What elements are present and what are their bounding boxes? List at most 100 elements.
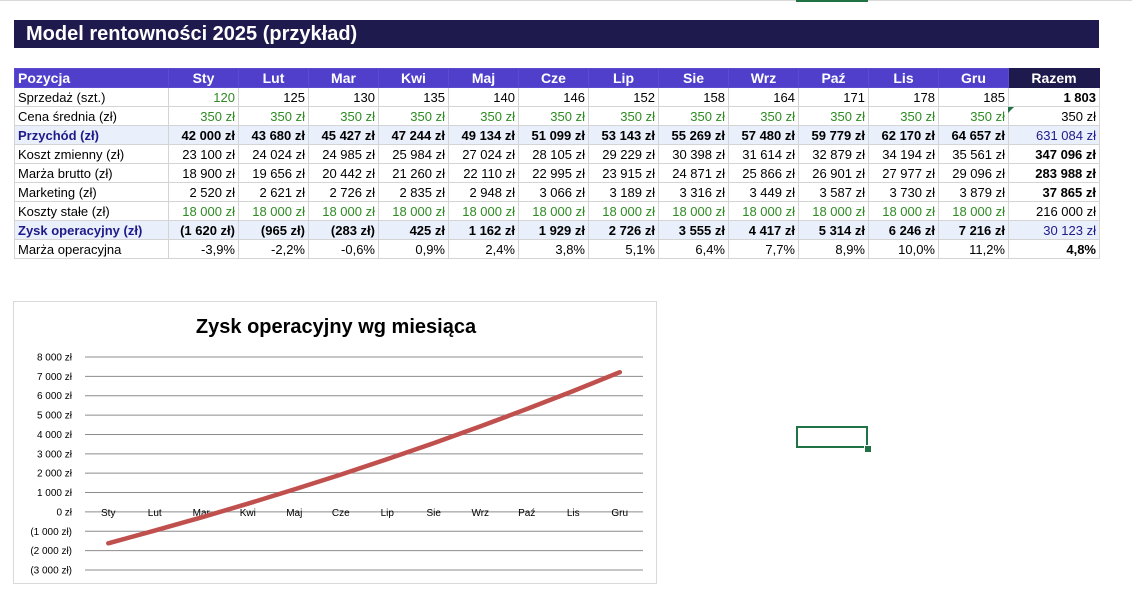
table-cell[interactable]: 350 zł — [518, 106, 589, 126]
table-cell[interactable]: 18 000 zł — [798, 201, 869, 221]
table-cell[interactable]: 27 024 zł — [448, 144, 519, 164]
table-cell[interactable]: 47 244 zł — [378, 125, 449, 145]
table-cell[interactable]: 5 314 zł — [798, 220, 869, 240]
table-cell[interactable]: 18 000 zł — [238, 201, 309, 221]
header-month[interactable]: Sty — [168, 68, 239, 88]
table-cell[interactable]: 152 — [588, 87, 659, 107]
table-cell[interactable]: 2,4% — [448, 239, 519, 259]
table-cell[interactable]: 18 000 zł — [868, 201, 939, 221]
table-cell[interactable]: 29 096 zł — [938, 163, 1009, 183]
table-cell[interactable]: 3 449 zł — [728, 182, 799, 202]
header-total[interactable]: Razem — [1008, 68, 1100, 88]
table-cell[interactable]: (283 zł) — [308, 220, 379, 240]
table-cell[interactable]: 140 — [448, 87, 519, 107]
table-cell[interactable]: 8,9% — [798, 239, 869, 259]
table-cell[interactable]: 350 zł — [658, 106, 729, 126]
table-cell[interactable]: 18 000 zł — [938, 201, 1009, 221]
table-cell[interactable]: 3 587 zł — [798, 182, 869, 202]
table-cell[interactable]: 27 977 zł — [868, 163, 939, 183]
row-label[interactable]: Przychód (zł) — [14, 125, 169, 145]
table-cell[interactable]: 3 189 zł — [588, 182, 659, 202]
table-cell[interactable]: 3 730 zł — [868, 182, 939, 202]
table-cell[interactable]: 350 zł — [448, 106, 519, 126]
table-cell[interactable]: 18 000 zł — [658, 201, 729, 221]
table-cell[interactable]: 35 561 zł — [938, 144, 1009, 164]
table-cell[interactable]: 7,7% — [728, 239, 799, 259]
table-cell[interactable]: 6 246 zł — [868, 220, 939, 240]
table-cell[interactable]: 42 000 zł — [168, 125, 239, 145]
table-cell[interactable]: 19 656 zł — [238, 163, 309, 183]
table-cell[interactable]: 3 555 zł — [658, 220, 729, 240]
table-cell[interactable]: 24 985 zł — [308, 144, 379, 164]
row-label[interactable]: Sprzedaż (szt.) — [14, 87, 169, 107]
table-cell[interactable]: 135 — [378, 87, 449, 107]
row-label[interactable]: Cena średnia (zł) — [14, 106, 169, 126]
total-cell[interactable]: 4,8% — [1008, 239, 1100, 259]
table-cell[interactable]: 350 zł — [238, 106, 309, 126]
table-cell[interactable]: 2 520 zł — [168, 182, 239, 202]
fill-handle[interactable] — [864, 445, 872, 453]
table-cell[interactable]: 350 zł — [588, 106, 659, 126]
row-label[interactable]: Marża brutto (zł) — [14, 163, 169, 183]
table-cell[interactable]: 18 900 zł — [168, 163, 239, 183]
table-cell[interactable]: 1 162 zł — [448, 220, 519, 240]
table-cell[interactable]: 2 948 zł — [448, 182, 519, 202]
table-cell[interactable]: 22 995 zł — [518, 163, 589, 183]
row-label[interactable]: Marża operacyjna — [14, 239, 169, 259]
total-cell[interactable]: 216 000 zł — [1008, 201, 1100, 221]
header-month[interactable]: Gru — [938, 68, 1009, 88]
table-cell[interactable]: 51 099 zł — [518, 125, 589, 145]
table-cell[interactable]: 21 260 zł — [378, 163, 449, 183]
table-cell[interactable]: 22 110 zł — [448, 163, 519, 183]
total-cell[interactable]: 1 803 — [1008, 87, 1100, 107]
table-cell[interactable]: 18 000 zł — [448, 201, 519, 221]
table-cell[interactable]: 25 984 zł — [378, 144, 449, 164]
table-cell[interactable]: 64 657 zł — [938, 125, 1009, 145]
total-cell[interactable]: 350 zł — [1008, 106, 1100, 126]
sheet-title[interactable]: Model rentowności 2025 (przykład) — [14, 20, 1099, 48]
table-cell[interactable]: (965 zł) — [238, 220, 309, 240]
table-cell[interactable]: 125 — [238, 87, 309, 107]
table-cell[interactable]: 11,2% — [938, 239, 1009, 259]
table-cell[interactable]: 425 zł — [378, 220, 449, 240]
table-cell[interactable]: 43 680 zł — [238, 125, 309, 145]
table-cell[interactable]: -0,6% — [308, 239, 379, 259]
table-cell[interactable]: 0,9% — [378, 239, 449, 259]
table-cell[interactable]: 45 427 zł — [308, 125, 379, 145]
table-cell[interactable]: 350 zł — [938, 106, 1009, 126]
table-cell[interactable]: 178 — [868, 87, 939, 107]
header-month[interactable]: Lis — [868, 68, 939, 88]
operating-profit-chart[interactable]: Zysk operacyjny wg miesiąca 8 000 zł 7 00… — [13, 301, 657, 584]
table-cell[interactable]: 31 614 zł — [728, 144, 799, 164]
header-month[interactable]: Kwi — [378, 68, 449, 88]
table-cell[interactable]: 350 zł — [798, 106, 869, 126]
table-cell[interactable]: 3 066 zł — [518, 182, 589, 202]
total-cell[interactable]: 283 988 zł — [1008, 163, 1100, 183]
table-cell[interactable]: 146 — [518, 87, 589, 107]
table-cell[interactable]: 2 726 zł — [588, 220, 659, 240]
table-cell[interactable]: 350 zł — [868, 106, 939, 126]
table-cell[interactable]: 2 726 zł — [308, 182, 379, 202]
table-cell[interactable]: 6,4% — [658, 239, 729, 259]
table-cell[interactable]: 3,8% — [518, 239, 589, 259]
table-cell[interactable]: 32 879 zł — [798, 144, 869, 164]
table-cell[interactable]: 18 000 zł — [728, 201, 799, 221]
row-label[interactable]: Koszty stałe (zł) — [14, 201, 169, 221]
table-cell[interactable]: 350 zł — [378, 106, 449, 126]
table-cell[interactable]: 350 zł — [308, 106, 379, 126]
table-cell[interactable]: 1 929 zł — [518, 220, 589, 240]
table-cell[interactable]: 18 000 zł — [378, 201, 449, 221]
header-month[interactable]: Paź — [798, 68, 869, 88]
header-month[interactable]: Cze — [518, 68, 589, 88]
header-position[interactable]: Pozycja — [14, 68, 169, 88]
header-month[interactable]: Lip — [588, 68, 659, 88]
header-month[interactable]: Wrz — [728, 68, 799, 88]
table-cell[interactable]: 18 000 zł — [518, 201, 589, 221]
table-cell[interactable]: -3,9% — [168, 239, 239, 259]
table-cell[interactable]: 29 229 zł — [588, 144, 659, 164]
table-cell[interactable]: 120 — [168, 87, 239, 107]
table-cell[interactable]: 18 000 zł — [588, 201, 659, 221]
table-cell[interactable]: 23 100 zł — [168, 144, 239, 164]
table-cell[interactable]: 4 417 zł — [728, 220, 799, 240]
header-month[interactable]: Maj — [448, 68, 519, 88]
